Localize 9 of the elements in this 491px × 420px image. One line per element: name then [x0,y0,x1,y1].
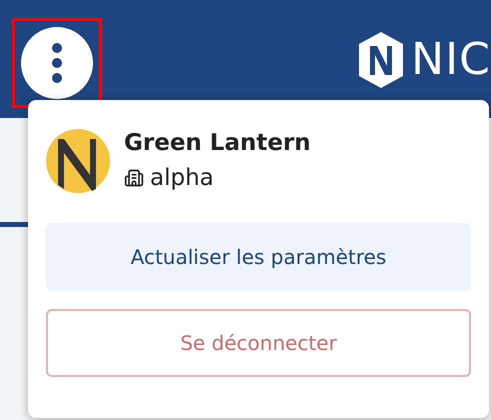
avatar [46,128,110,192]
settings-button[interactable]: Actualiser les paramètres [46,223,471,291]
organization-name: alpha [150,164,214,192]
building-icon [124,168,144,188]
tab-indicator [0,222,28,227]
more-vertical-icon [51,42,63,84]
logo-text: NIC [411,38,491,82]
user-name: Green Lantern [124,129,311,158]
logo-icon [357,30,406,90]
